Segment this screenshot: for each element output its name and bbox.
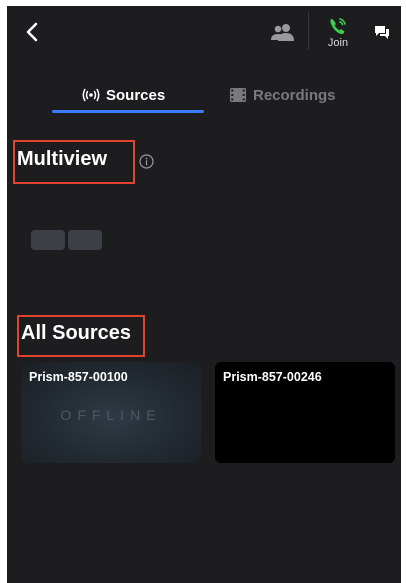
source-card[interactable]: Prism-857-00246 (215, 362, 395, 463)
back-arrow-icon[interactable] (21, 20, 45, 44)
join-label: Join (327, 37, 349, 49)
source-card-name: Prism-857-00246 (223, 370, 322, 384)
film-icon (230, 88, 246, 102)
multiview-layout-tile[interactable] (68, 230, 102, 250)
info-icon[interactable] (139, 154, 154, 169)
multiview-title: Multiview (17, 148, 108, 170)
source-card[interactable]: Prism-857-00100 OFFLINE (21, 362, 201, 463)
active-tab-indicator (52, 110, 204, 113)
chat-icon[interactable] (373, 23, 391, 41)
all-sources-title: All Sources (21, 322, 132, 344)
tab-sources-label: Sources (106, 86, 166, 104)
people-icon[interactable] (270, 22, 296, 42)
offline-label: OFFLINE (60, 407, 162, 423)
source-card-name: Prism-857-00100 (29, 370, 128, 384)
header-divider (308, 12, 309, 50)
broadcast-icon (82, 88, 100, 102)
phone-join-icon (330, 18, 346, 34)
multiview-layout-tile[interactable] (31, 230, 65, 250)
join-button[interactable]: Join (321, 16, 355, 56)
tab-sources[interactable]: Sources (82, 84, 165, 106)
app-screen: Join Sources Recordings Multiview All So… (7, 6, 401, 583)
tab-recordings-label: Recordings (253, 86, 336, 104)
top-bar: Join (7, 6, 401, 62)
tab-bar: Sources Recordings (7, 76, 401, 116)
tab-recordings[interactable]: Recordings (229, 84, 336, 106)
